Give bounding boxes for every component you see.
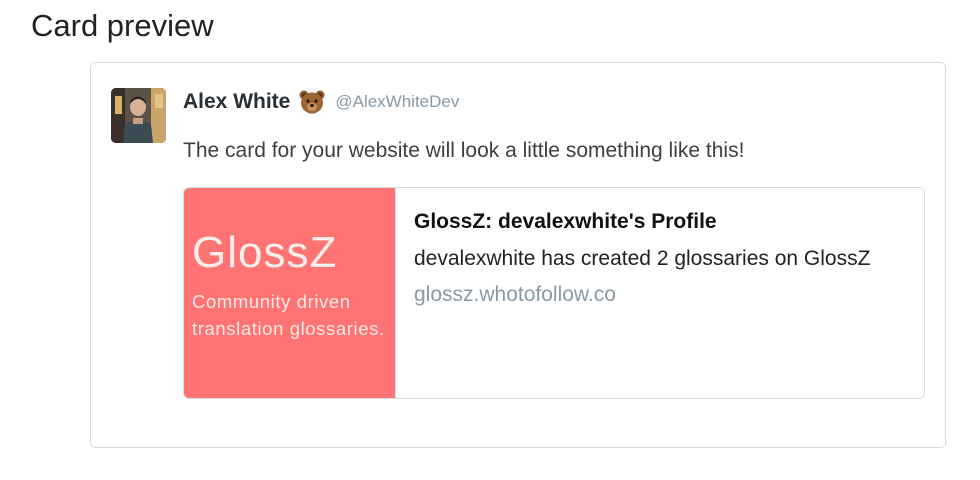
avatar-photo (111, 88, 166, 143)
page-title: Card preview (31, 8, 214, 43)
card-image-logo: GlossZ (192, 228, 338, 277)
card-domain: glossz.whotofollow.co (414, 283, 616, 306)
summary-card[interactable]: GlossZ Community driven translation glos… (183, 187, 925, 399)
card-title: GlossZ: devalexwhite's Profile (414, 210, 717, 233)
bear-face-icon (299, 89, 325, 115)
card-body: GlossZ: devalexwhite's Profile devalexwh… (396, 188, 924, 398)
card-image: GlossZ Community driven translation glos… (184, 188, 396, 398)
user-handle[interactable]: @AlexWhiteDev (335, 92, 459, 112)
avatar[interactable] (111, 88, 166, 143)
card-description: devalexwhite has created 2 glossaries on… (414, 247, 871, 270)
tweet-author: Alex White @AlexWhiteDev (183, 89, 459, 115)
card-preview-frame: Alex White @AlexWhiteDev The card for yo… (90, 62, 946, 448)
card-image-tagline: Community driven translation glossaries. (192, 291, 385, 339)
tweet-text: The card for your website will look a li… (183, 139, 745, 162)
display-name[interactable]: Alex White (183, 90, 290, 114)
